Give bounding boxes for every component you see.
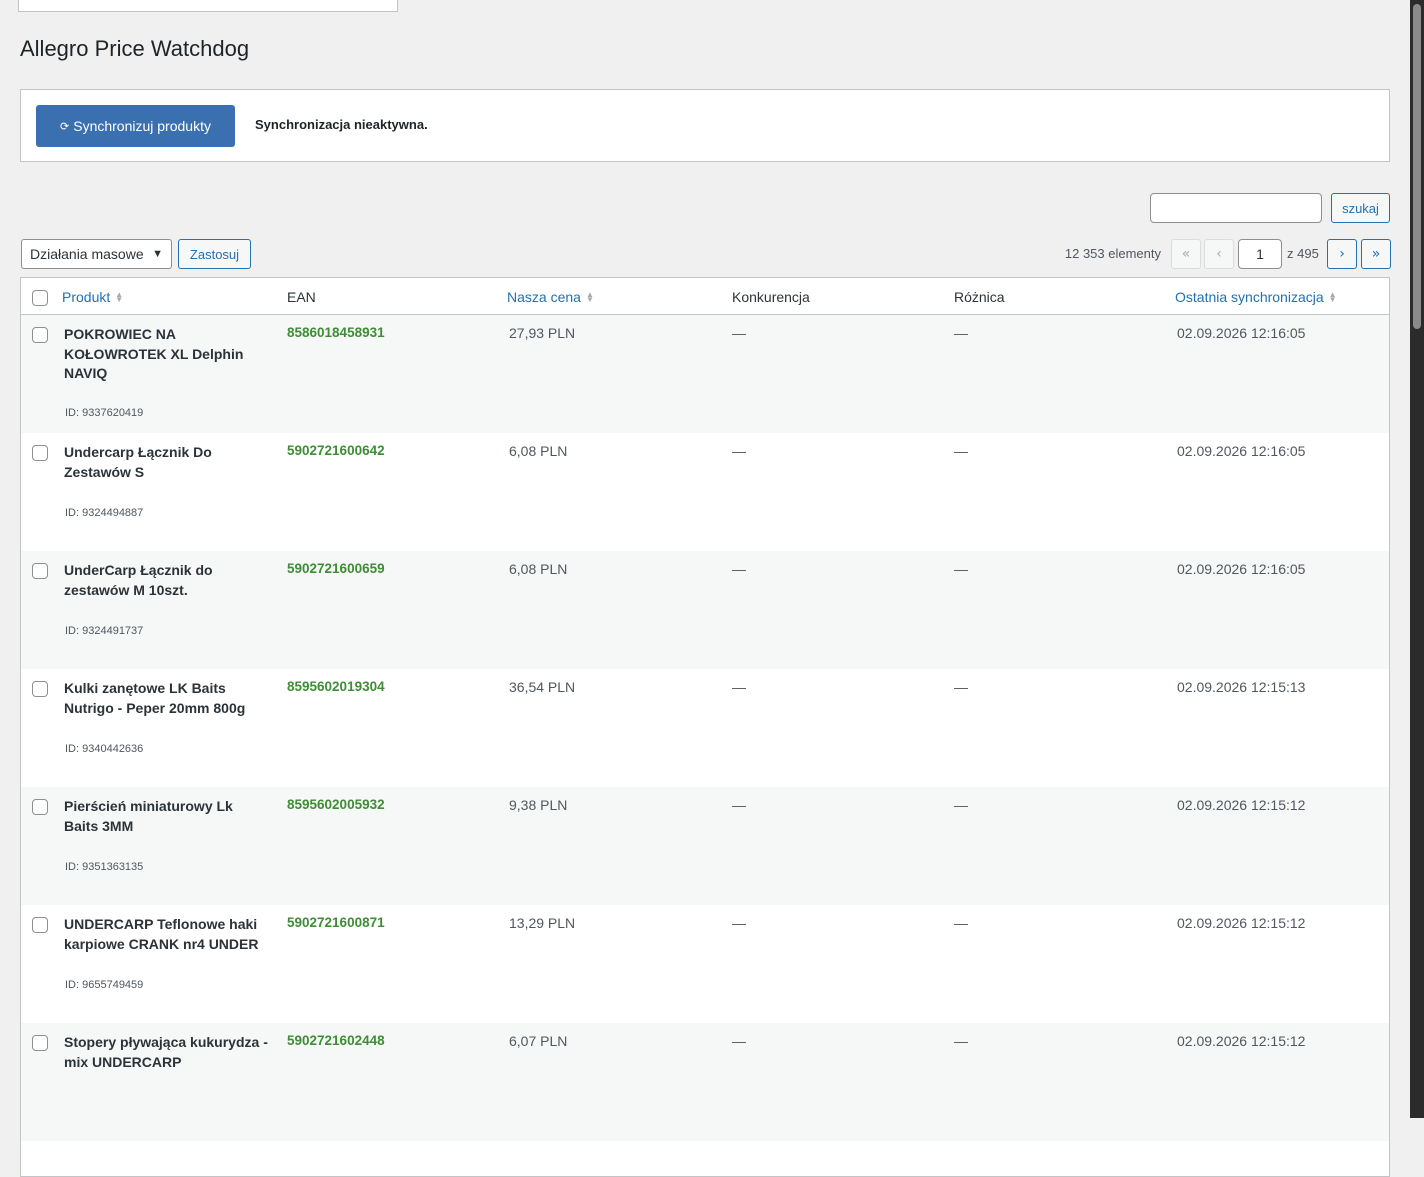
product-competition: — (732, 561, 746, 577)
page-scrollbar[interactable] (1410, 0, 1424, 1118)
product-name: Kulki zanętowe LK Baits Nutrigo - Peper … (64, 680, 246, 716)
product-price: 6,08 PLN (509, 561, 568, 577)
column-product-label: Produkt (62, 289, 111, 305)
sort-icon: ▲ ▼ (585, 290, 594, 304)
product-last-sync: 02.09.2026 12:15:13 (1177, 679, 1306, 695)
next-page-button[interactable]: › (1327, 239, 1357, 269)
sync-products-button[interactable]: ⟳ Synchronizuj produkty (36, 105, 235, 147)
product-price: 36,54 PLN (509, 679, 576, 695)
product-ean: 5902721600871 (287, 915, 385, 930)
column-product[interactable]: Produkt ▲ ▼ (62, 289, 123, 305)
sort-icon: ▲ ▼ (1328, 290, 1337, 304)
column-ean: EAN (287, 289, 316, 305)
product-last-sync: 02.09.2026 12:15:12 (1177, 1033, 1306, 1049)
product-price: 6,08 PLN (509, 443, 568, 459)
total-pages: z 495 (1287, 246, 1319, 261)
product-competition: — (732, 325, 746, 341)
product-ean: 5902721602448 (287, 1033, 385, 1048)
table-header: Produkt ▲ ▼ EAN Nasza cena ▲ ▼ Konkurencja… (21, 278, 1389, 315)
chevron-down-icon: ▼ (152, 248, 163, 260)
product-id: ID: 9324491737 (65, 625, 144, 637)
product-ean: 5902721600642 (287, 443, 385, 458)
row-checkbox[interactable] (32, 563, 48, 579)
search-button[interactable]: szukaj (1331, 193, 1390, 223)
row-checkbox[interactable] (32, 327, 48, 343)
row-checkbox[interactable] (32, 445, 48, 461)
product-ean: 8586018458931 (287, 325, 385, 340)
first-page-button: « (1171, 239, 1201, 269)
product-ean: 8595602019304 (287, 679, 385, 694)
bulk-actions-value: Działania masowe (30, 246, 144, 262)
product-price: 27,93 PLN (509, 325, 576, 341)
product-difference: — (954, 561, 968, 577)
product-price: 13,29 PLN (509, 915, 576, 931)
product-name: Stopery pływająca kukurydza - mix UNDERC… (64, 1034, 268, 1070)
product-difference: — (954, 325, 968, 341)
product-competition: — (732, 797, 746, 813)
product-difference: — (954, 1033, 968, 1049)
product-ean: 8595602005932 (287, 797, 385, 812)
row-checkbox[interactable] (32, 681, 48, 697)
items-count: 12 353 elementy (1064, 246, 1161, 261)
sort-icon: ▲ ▼ (115, 290, 124, 304)
column-last-sync[interactable]: Ostatnia synchronizacja ▲ ▼ (1175, 289, 1337, 305)
product-last-sync: 02.09.2026 12:15:12 (1177, 915, 1306, 931)
table-row: UnderCarp Łącznik do zestawów M 10szt. I… (21, 551, 1389, 669)
product-difference: — (954, 443, 968, 459)
select-all-checkbox[interactable] (32, 290, 48, 306)
sync-panel: ⟳ Synchronizuj produkty Synchronizacja n… (20, 89, 1390, 162)
product-id: ID: 9351363135 (65, 861, 144, 873)
product-difference: — (954, 797, 968, 813)
product-competition: — (732, 915, 746, 931)
product-name: Pierścień miniaturowy Lk Baits 3MM (64, 798, 233, 834)
table-row: POKROWIEC NA KOŁOWROTEK XL Delphin NAVIQ… (21, 315, 1389, 433)
prev-page-button: ‹ (1204, 239, 1234, 269)
product-competition: — (732, 679, 746, 695)
column-last-sync-label: Ostatnia synchronizacja (1175, 289, 1324, 305)
product-competition: — (732, 1033, 746, 1049)
top-panel-edge (18, 0, 398, 12)
column-price-label: Nasza cena (507, 289, 581, 305)
product-name: UNDERCARP Teflonowe haki karpiowe CRANK … (64, 916, 259, 952)
column-difference: Różnica (954, 289, 1005, 305)
product-id: ID: 9324494887 (65, 507, 144, 519)
table-row: Kulki zanętowe LK Baits Nutrigo - Peper … (21, 669, 1389, 787)
product-difference: — (954, 915, 968, 931)
product-ean: 5902721600659 (287, 561, 385, 576)
product-name: Undercarp Łącznik Do Zestawów S (64, 444, 212, 480)
bulk-actions-select[interactable]: Działania masowe ▼ (21, 239, 172, 269)
product-id: ID: 9655749459 (65, 979, 144, 991)
product-last-sync: 02.09.2026 12:16:05 (1177, 561, 1306, 577)
sync-button-label: Synchronizuj produkty (73, 118, 211, 134)
products-table: Produkt ▲ ▼ EAN Nasza cena ▲ ▼ Konkurencja… (20, 277, 1390, 1177)
product-last-sync: 02.09.2026 12:16:05 (1177, 443, 1306, 459)
row-checkbox[interactable] (32, 799, 48, 815)
table-row: Pierścień miniaturowy Lk Baits 3MM ID: 9… (21, 787, 1389, 905)
sync-status: Synchronizacja nieaktywna. (255, 117, 428, 132)
row-checkbox[interactable] (32, 917, 48, 933)
column-price[interactable]: Nasza cena ▲ ▼ (507, 289, 594, 305)
product-name: UnderCarp Łącznik do zestawów M 10szt. (64, 562, 213, 598)
product-price: 6,07 PLN (509, 1033, 568, 1049)
current-page-input[interactable] (1238, 239, 1282, 269)
product-competition: — (732, 443, 746, 459)
table-row: UNDERCARP Teflonowe haki karpiowe CRANK … (21, 905, 1389, 1023)
scrollbar-thumb[interactable] (1413, 4, 1421, 329)
refresh-icon: ⟳ (60, 120, 70, 133)
product-price: 9,38 PLN (509, 797, 568, 813)
product-difference: — (954, 679, 968, 695)
search-input[interactable] (1150, 193, 1322, 223)
product-id: ID: 9340442636 (65, 743, 144, 755)
apply-button[interactable]: Zastosuj (178, 239, 251, 269)
column-competition: Konkurencja (732, 289, 810, 305)
product-last-sync: 02.09.2026 12:15:12 (1177, 797, 1306, 813)
table-row: Undercarp Łącznik Do Zestawów S ID: 9324… (21, 433, 1389, 551)
last-page-button[interactable]: » (1361, 239, 1391, 269)
table-row: Stopery pływająca kukurydza - mix UNDERC… (21, 1023, 1389, 1141)
page-title: Allegro Price Watchdog (20, 36, 250, 61)
product-id: ID: 9337620419 (65, 407, 144, 419)
product-last-sync: 02.09.2026 12:16:05 (1177, 325, 1306, 341)
row-checkbox[interactable] (32, 1035, 48, 1051)
product-name: POKROWIEC NA KOŁOWROTEK XL Delphin NAVIQ (64, 326, 244, 381)
